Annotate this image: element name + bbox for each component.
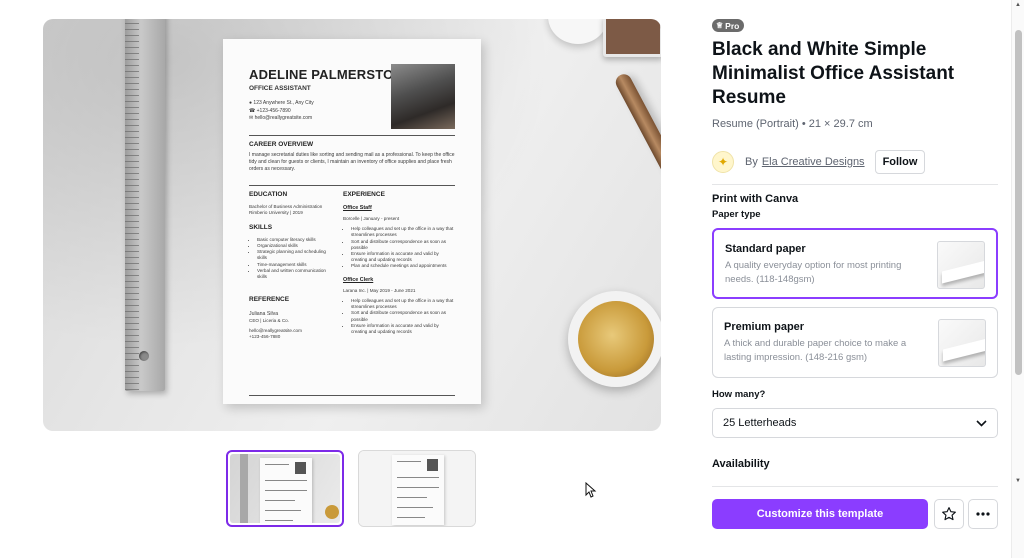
job-bullet: Ensure information is accurate and valid… [351, 323, 455, 335]
paper-sample-image [937, 241, 985, 289]
chocolate-box-image [603, 19, 661, 57]
divider-line [249, 395, 455, 396]
contact-phone: ☎ +123-456-7890 [249, 107, 291, 114]
author-row: ✦ By Ela Creative Designs Follow [712, 150, 1002, 174]
paper-sample-image [938, 319, 986, 367]
action-row: Customize this template [712, 499, 1002, 529]
mouse-cursor-icon [585, 482, 597, 498]
reference-line: +123-456-7880 [249, 334, 281, 340]
pro-badge-label: Pro [725, 20, 740, 31]
job-bullets: Help colleagues and set up the office in… [343, 298, 455, 335]
quantity-value: 25 Letterheads [723, 417, 797, 429]
career-text: I manage secretarial duties like sorting… [249, 152, 455, 172]
pro-badge: ♕ Pro [712, 19, 745, 32]
experience-heading: EXPERIENCE [343, 191, 385, 198]
job-bullet: Plan and schedule meetings and appointme… [351, 263, 455, 269]
job-bullet: Sort and distribute correspondence as so… [351, 239, 455, 251]
scroll-down-icon[interactable]: ▼ [1015, 478, 1021, 484]
print-heading: Print with Canva [712, 193, 799, 205]
template-title: Black and White Simple Minimalist Office… [712, 39, 955, 108]
career-heading: CAREER OVERVIEW [249, 141, 314, 148]
education-line: Rimberio University | 2019 [249, 209, 303, 215]
crown-icon: ♕ [716, 21, 724, 30]
job-bullet: Help colleagues and set up the office in… [351, 298, 455, 310]
skills-heading: SKILLS [249, 224, 273, 232]
skill-item: Verbal and written communication skills [257, 268, 337, 280]
ruler-image [125, 19, 165, 391]
availability-heading: Availability [712, 458, 770, 470]
customize-template-button[interactable]: Customize this template [712, 499, 928, 529]
reference-line: CEO | Liceria & Co. [249, 318, 289, 323]
job-bullet: Ensure information is accurate and valid… [351, 251, 455, 263]
favorite-button[interactable] [934, 499, 964, 529]
author-link[interactable]: Ela Creative Designs [762, 156, 865, 168]
standard-paper-option[interactable]: Standard paper A quality everyday option… [712, 228, 998, 299]
reference-name: Juliana Silva [249, 310, 279, 317]
panel-scrollbar[interactable]: ▲ ▼ [1011, 0, 1024, 558]
thumbnail-2[interactable] [358, 450, 476, 527]
job-meta: Borcelle | January - present [343, 216, 400, 222]
chevron-down-icon [976, 419, 987, 427]
resume-paper: ADELINE PALMERSTON OFFICE ASSISTANT ● 12… [223, 39, 481, 404]
resume-role: OFFICE ASSISTANT [249, 85, 311, 92]
option-title: Standard paper [725, 243, 806, 255]
thumbnail-1[interactable] [226, 450, 344, 527]
option-description: A quality everyday option for most print… [725, 260, 902, 285]
reference-heading: REFERENCE [249, 296, 290, 304]
quantity-select[interactable]: 25 Letterheads [712, 408, 998, 438]
by-label: By [745, 156, 758, 168]
how-many-heading: How many? [712, 389, 766, 400]
job-bullet: Help colleagues and set up the office in… [351, 226, 455, 238]
skills-list: Basic computer literacy skills Organizat… [249, 237, 337, 280]
section-divider [712, 184, 998, 185]
more-horizontal-icon [976, 512, 990, 516]
resume-photo [391, 64, 455, 129]
author-avatar[interactable]: ✦ [712, 151, 734, 173]
template-meta: Resume (Portrait) • 21 × 29.7 cm [712, 118, 873, 130]
template-details-panel: ♕ Pro Black and White Simple Minimalist … [712, 0, 1012, 558]
education-heading: EDUCATION [249, 191, 288, 198]
resume-contacts: ● 123 Anywhere St., Any City ☎ +123-456-… [249, 100, 314, 123]
job-title: Office Clerk [343, 276, 374, 283]
job-title: Office Staff [343, 204, 372, 211]
scroll-up-icon[interactable]: ▲ [1015, 2, 1021, 8]
section-divider [712, 486, 998, 487]
right-column: EXPERIENCE Office Staff Borcelle | Janua… [343, 191, 455, 335]
contact-email: ✉ hello@reallygreatsite.com [249, 115, 313, 121]
job-bullets: Help colleagues and set up the office in… [343, 226, 455, 269]
option-description: A thick and durable paper choice to make… [724, 338, 907, 363]
contact-address: ● 123 Anywhere St., Any City [249, 100, 314, 106]
follow-button[interactable]: Follow [874, 150, 926, 174]
template-preview[interactable]: ADELINE PALMERSTON OFFICE ASSISTANT ● 12… [43, 19, 661, 431]
resume-name: ADELINE PALMERSTON [249, 67, 404, 82]
skill-item: Strategic planning and scheduling skills [257, 249, 337, 261]
job-bullet: Sort and distribute correspondence as so… [351, 310, 455, 322]
star-icon [942, 507, 956, 521]
paper-type-heading: Paper type [712, 209, 761, 220]
scrollbar-thumb[interactable] [1015, 30, 1022, 375]
premium-paper-option[interactable]: Premium paper A thick and durable paper … [712, 307, 998, 378]
coffee-cup-image [568, 291, 661, 387]
left-column: EDUCATION Bachelor of Business Administr… [249, 191, 337, 341]
divider-line [249, 135, 455, 136]
job-meta: Larana Inc. | May 2019 - June 2021 [343, 287, 416, 293]
more-options-button[interactable] [968, 499, 998, 529]
divider-line [249, 185, 455, 186]
option-title: Premium paper [724, 321, 805, 333]
